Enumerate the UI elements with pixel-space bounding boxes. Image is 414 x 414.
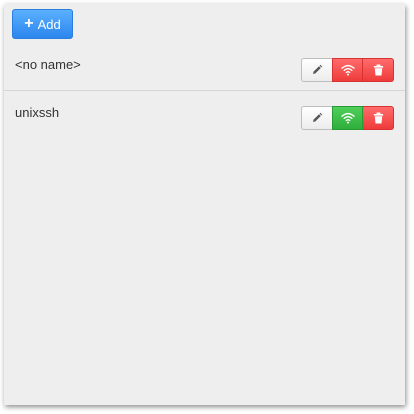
add-button-label: Add	[37, 16, 61, 32]
plus-icon: +	[24, 14, 34, 32]
pencil-icon	[311, 64, 323, 76]
delete-button[interactable]	[363, 58, 394, 82]
list-item: unixssh	[4, 92, 405, 138]
list-item: <no name>	[4, 44, 405, 91]
row-actions	[301, 106, 394, 130]
row-actions	[301, 58, 394, 82]
trash-icon	[373, 112, 384, 124]
connect-toggle-button[interactable]	[332, 106, 363, 130]
wifi-icon	[340, 112, 355, 124]
connection-name: unixssh	[15, 105, 60, 120]
delete-button[interactable]	[363, 106, 394, 130]
trash-icon	[373, 64, 384, 76]
pencil-icon	[311, 112, 323, 124]
add-button[interactable]: + Add	[12, 9, 73, 39]
connections-panel: + Add <no name> unixssh	[4, 4, 405, 405]
wifi-icon	[340, 64, 355, 76]
edit-button[interactable]	[301, 106, 332, 130]
connect-toggle-button[interactable]	[332, 58, 363, 82]
connection-name: <no name>	[15, 57, 81, 72]
edit-button[interactable]	[301, 58, 332, 82]
